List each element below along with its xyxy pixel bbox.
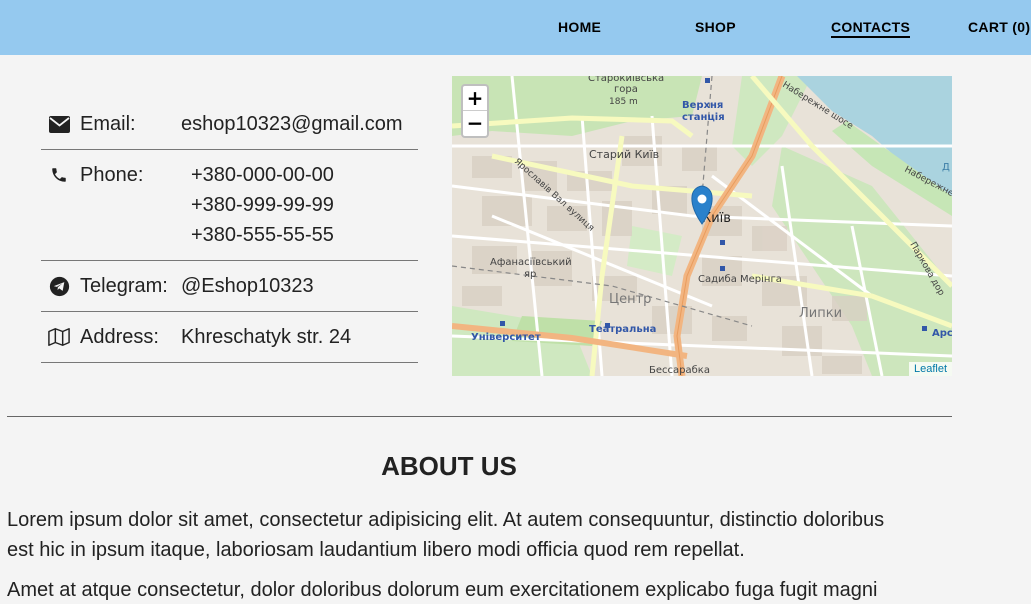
phone-icon (48, 164, 70, 186)
map-icon (48, 326, 70, 348)
about-paragraph-2-line-1: Amet at atque consectetur, dolor dolorib… (7, 579, 878, 601)
email-label: Email: (80, 113, 136, 135)
map-label-starokyivska: Старокиївська (588, 76, 664, 84)
telegram-value[interactable]: @Eshop10323 (181, 275, 314, 298)
address-row: Address: Khreschatyk str. 24 (41, 312, 418, 363)
section-divider (7, 416, 952, 417)
map-label-verkhnia-1: Верхня (682, 100, 723, 111)
nav-contacts-link[interactable]: CONTACTS (831, 19, 911, 38)
zoom-out-button[interactable]: − (463, 111, 487, 136)
contacts-list: Email: eshop10323@gmail.com Phone: +380-… (41, 99, 418, 363)
email-value[interactable]: eshop10323@gmail.com (181, 113, 403, 136)
map-label-bessarabka: Бессарабка (649, 365, 710, 376)
address-label: Address: (80, 326, 159, 348)
map-label-tsentr: Центр (609, 292, 651, 307)
location-map[interactable]: Старокиївська гора 185 m Верхня станція … (452, 76, 952, 376)
about-paragraph-2: Amet at atque consectetur, dolor dolorib… (7, 575, 957, 604)
map-tiles[interactable]: Старокиївська гора 185 m Верхня станція … (452, 76, 952, 376)
phone-number-2[interactable]: +380-999-99-99 (191, 194, 334, 217)
map-label-universytet: Університет (471, 332, 541, 343)
phone-number-1[interactable]: +380-000-00-00 (191, 164, 334, 187)
nav-cart-link[interactable]: CART (0) (968, 19, 1030, 35)
map-label-sadyba: Садиба Мерінга (698, 273, 782, 285)
address-value: Khreschatyk str. 24 (181, 326, 352, 348)
about-paragraph-1-line-1: Lorem ipsum dolor sit amet, consectetur … (7, 509, 885, 531)
map-label-afanasiivskyi-2: яр (524, 269, 536, 280)
map-label-lypky: Липки (799, 306, 842, 321)
about-us-heading: ABOUT US (381, 451, 517, 481)
phone-number-3[interactable]: +380-555-55-55 (191, 224, 334, 247)
map-label-elevation: 185 m (609, 97, 638, 107)
phone-row: Phone: +380-000-00-00 +380-999-99-99 +38… (41, 150, 418, 261)
phone-label: Phone: (80, 164, 144, 186)
telegram-icon (48, 275, 70, 297)
map-label-d: Д (942, 162, 950, 173)
telegram-row: Telegram: @Eshop10323 (41, 261, 418, 312)
telegram-label: Telegram: (80, 275, 168, 297)
map-zoom-control: + − (461, 84, 489, 138)
leaflet-attribution-link[interactable]: Leaflet (908, 362, 952, 376)
about-paragraph-1: Lorem ipsum dolor sit amet, consectetur … (7, 505, 957, 565)
map-label-teatralna: Театральна (589, 324, 656, 335)
map-label-verkhnia-2: станція (682, 112, 725, 123)
nav-shop-link[interactable]: SHOP (695, 19, 736, 35)
about-paragraph-1-line-2: est hic in ipsum itaque, laboriosam laud… (7, 539, 745, 561)
map-label-ars: Арс (932, 328, 952, 339)
email-row: Email: eshop10323@gmail.com (41, 99, 418, 150)
map-label-afanasiivskyi-1: Афанасіївський (490, 256, 572, 268)
nav-home-link[interactable]: HOME (558, 19, 601, 35)
envelope-icon (48, 113, 70, 135)
top-navigation: HOME SHOP CONTACTS CART (0) (0, 0, 1031, 55)
map-label-staryi-kyiv: Старий Київ (589, 148, 659, 161)
map-label-hora: гора (614, 84, 638, 95)
zoom-in-button[interactable]: + (463, 86, 487, 111)
